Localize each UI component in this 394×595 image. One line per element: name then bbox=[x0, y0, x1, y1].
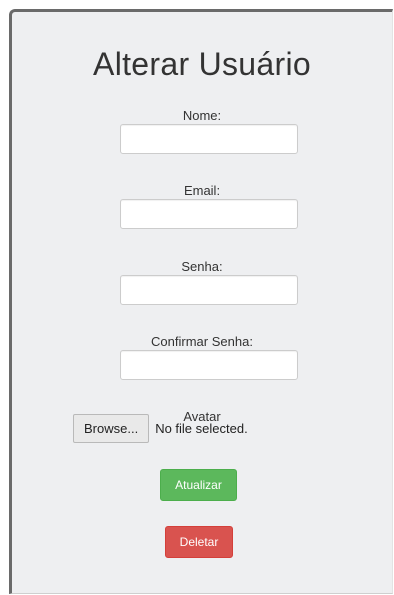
confirm-password-label: Confirmar Senha: bbox=[151, 334, 253, 349]
page: Alterar Usuário Nome: Email: Senha: Conf… bbox=[0, 0, 394, 595]
name-input[interactable] bbox=[120, 124, 298, 154]
email-label: Email: bbox=[183, 183, 221, 198]
name-label: Nome: bbox=[182, 108, 222, 123]
form-panel: Alterar Usuário Nome: Email: Senha: Conf… bbox=[9, 9, 393, 594]
confirm-password-input[interactable] bbox=[120, 350, 298, 380]
delete-button[interactable]: Deletar bbox=[165, 526, 233, 558]
email-input[interactable] bbox=[120, 199, 298, 229]
file-status-text: No file selected. bbox=[155, 420, 248, 436]
password-input[interactable] bbox=[120, 275, 298, 305]
password-label: Senha: bbox=[181, 259, 223, 274]
page-title: Alterar Usuário bbox=[93, 46, 311, 82]
avatar-file-picker: Browse... No file selected. bbox=[73, 413, 248, 443]
browse-button[interactable]: Browse... bbox=[73, 413, 150, 443]
update-button[interactable]: Atualizar bbox=[160, 469, 237, 501]
